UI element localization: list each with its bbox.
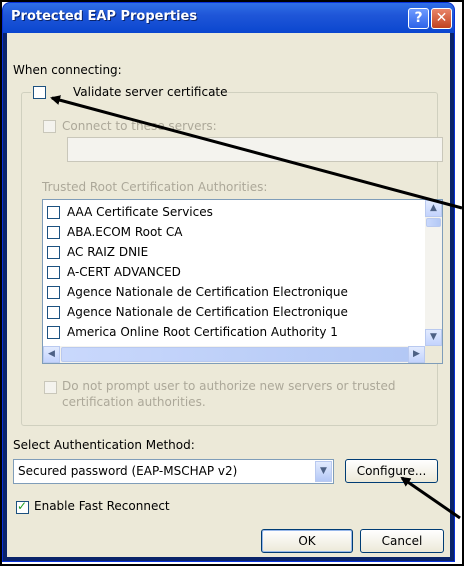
ok-button[interactable]: OK [261, 529, 353, 553]
item-checkbox[interactable] [47, 306, 60, 319]
item-checkbox[interactable] [47, 286, 60, 299]
scroll-down-button[interactable]: ▼ [425, 329, 442, 346]
servers-input[interactable] [67, 137, 443, 162]
trusted-root-list[interactable]: AAA Certificate Services ABA.ECOM Root C… [42, 199, 443, 364]
fast-reconnect-checkbox[interactable] [16, 499, 29, 514]
configure-button[interactable]: Configure... [345, 459, 438, 483]
auth-method-select[interactable]: Secured password (EAP-MSCHAP v2) ▼ [13, 459, 334, 484]
do-not-prompt-label-line2: certification authorities. [62, 395, 206, 409]
scrollbar-corner [425, 346, 442, 363]
horizontal-scroll-thumb[interactable] [61, 347, 409, 362]
scroll-up-button[interactable]: ▲ [425, 200, 442, 217]
validate-cert-label: Validate server certificate [73, 85, 228, 99]
vertical-scroll-thumb[interactable] [426, 218, 441, 227]
help-icon: ? [414, 10, 423, 26]
do-not-prompt-label-line1: Do not prompt user to authorize new serv… [62, 379, 396, 393]
validate-cert-row[interactable]: Validate server certificate [31, 85, 228, 101]
window-title: Protected EAP Properties [11, 9, 198, 24]
close-button[interactable]: ✕ [431, 8, 452, 29]
chevron-right-icon: ▶ [413, 349, 420, 359]
fast-reconnect-label: Enable Fast Reconnect [34, 499, 170, 513]
connect-servers-checkbox[interactable] [43, 120, 56, 133]
validate-cert-checkbox[interactable] [33, 86, 46, 99]
item-checkbox[interactable] [47, 206, 60, 219]
cancel-button[interactable]: Cancel [360, 529, 444, 553]
trusted-root-label: Trusted Root Certification Authorities: [42, 180, 268, 194]
item-checkbox[interactable] [47, 226, 60, 239]
chevron-up-icon: ▲ [430, 203, 437, 213]
chevron-down-icon: ▼ [320, 466, 327, 476]
horizontal-scrollbar[interactable]: ◀ ▶ [43, 346, 425, 363]
connect-servers-label: Connect to these servers: [62, 119, 217, 133]
chevron-down-icon: ▼ [430, 332, 437, 342]
auth-method-value: Secured password (EAP-MSCHAP v2) [18, 464, 238, 478]
chevron-left-icon: ◀ [48, 349, 55, 359]
scroll-right-button[interactable]: ▶ [408, 346, 425, 363]
dialog-body: When connecting: Validate server certifi… [7, 33, 450, 557]
when-connecting-label: When connecting: [13, 63, 122, 77]
item-checkbox[interactable] [47, 246, 60, 259]
vertical-scrollbar[interactable]: ▲ ▼ [425, 200, 442, 346]
scroll-left-button[interactable]: ◀ [43, 346, 60, 363]
close-icon: ✕ [435, 10, 448, 26]
dialog-window: Protected EAP Properties ? ✕ When connec… [3, 3, 454, 561]
dropdown-button[interactable]: ▼ [315, 461, 332, 482]
auth-method-label: Select Authentication Method: [13, 438, 195, 452]
help-button[interactable]: ? [408, 8, 429, 29]
item-checkbox[interactable] [47, 326, 60, 339]
item-checkbox[interactable] [47, 266, 60, 279]
do-not-prompt-checkbox[interactable] [44, 381, 57, 394]
title-bar[interactable]: Protected EAP Properties ? ✕ [3, 3, 454, 33]
